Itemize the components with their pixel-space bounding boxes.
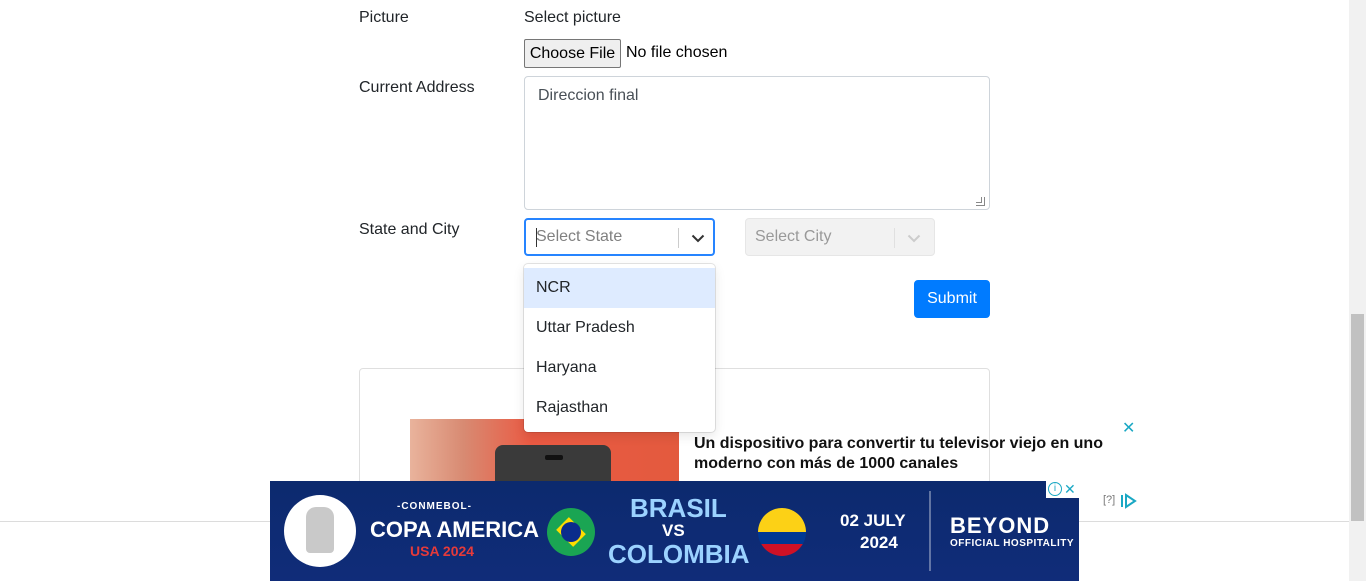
text-cursor [536,228,537,247]
ad-info-link[interactable]: [?] [1103,494,1115,506]
vertical-scrollbar[interactable] [1349,0,1366,581]
banner-ad[interactable]: -CONMEBOL- COPA AMERICA USA 2024 BRASIL … [270,481,1079,581]
city-select[interactable]: Select City [745,218,935,256]
state-select[interactable]: Select State [524,218,715,256]
adchoices-badge[interactable]: i ✕ [1046,481,1079,498]
indicator-separator [894,228,895,248]
banner-usa-2024: USA 2024 [410,543,475,559]
submit-button[interactable]: Submit [914,280,990,318]
ad-info-icon[interactable]: i [1048,482,1062,496]
state-city-label: State and City [359,221,460,238]
scrollbar-thumb[interactable] [1351,314,1364,521]
banner-vs: VS [662,521,685,540]
current-address-textarea[interactable]: Direccion final [524,76,990,210]
state-placeholder: Select State [536,228,623,245]
choose-file-button[interactable]: Choose File [524,39,621,68]
state-option-uttar-pradesh[interactable]: Uttar Pradesh [524,308,715,348]
state-dropdown-menu: NCR Uttar Pradesh Haryana Rajasthan [524,264,715,432]
colombia-flag-icon [758,508,806,556]
ad-provider-logo-icon[interactable] [1120,493,1138,509]
city-placeholder: Select City [755,228,832,245]
copa-trophy-icon [284,495,356,567]
banner-separator [929,491,931,571]
chevron-down-icon[interactable] [688,228,708,248]
current-address-label: Current Address [359,79,475,96]
resize-grip-icon[interactable] [976,197,985,206]
ad-close-icon[interactable]: ✕ [1122,418,1135,438]
banner-conmebol: -CONMEBOL- [397,501,472,512]
state-option-haryana[interactable]: Haryana [524,348,715,388]
tv-device-image [495,445,611,483]
banner-sponsor-sub: OFFICIAL HOSPITALITY [950,538,1075,549]
banner-team1: BRASIL [630,493,727,523]
brazil-flag-icon [547,508,595,556]
picture-label: Picture [359,9,409,26]
state-option-rajasthan[interactable]: Rajasthan [524,388,715,428]
ad-title-link[interactable]: Un dispositivo para convertir tu televis… [694,434,1114,474]
ad-close-icon[interactable]: ✕ [1064,481,1076,498]
banner-date-line1: 02 JULY [840,511,906,530]
no-file-chosen-text: No file chosen [626,44,728,61]
chevron-down-icon[interactable] [904,228,924,248]
banner-copa-america: COPA AMERICA [370,517,540,542]
banner-date-line2: 2024 [860,533,898,552]
select-picture-text: Select picture [524,9,621,26]
banner-sponsor: BEYOND [950,513,1051,538]
indicator-separator [678,228,679,248]
current-address-value: Direccion final [538,87,639,104]
state-option-ncr[interactable]: NCR [524,268,715,308]
banner-team2: COLOMBIA [608,539,750,569]
